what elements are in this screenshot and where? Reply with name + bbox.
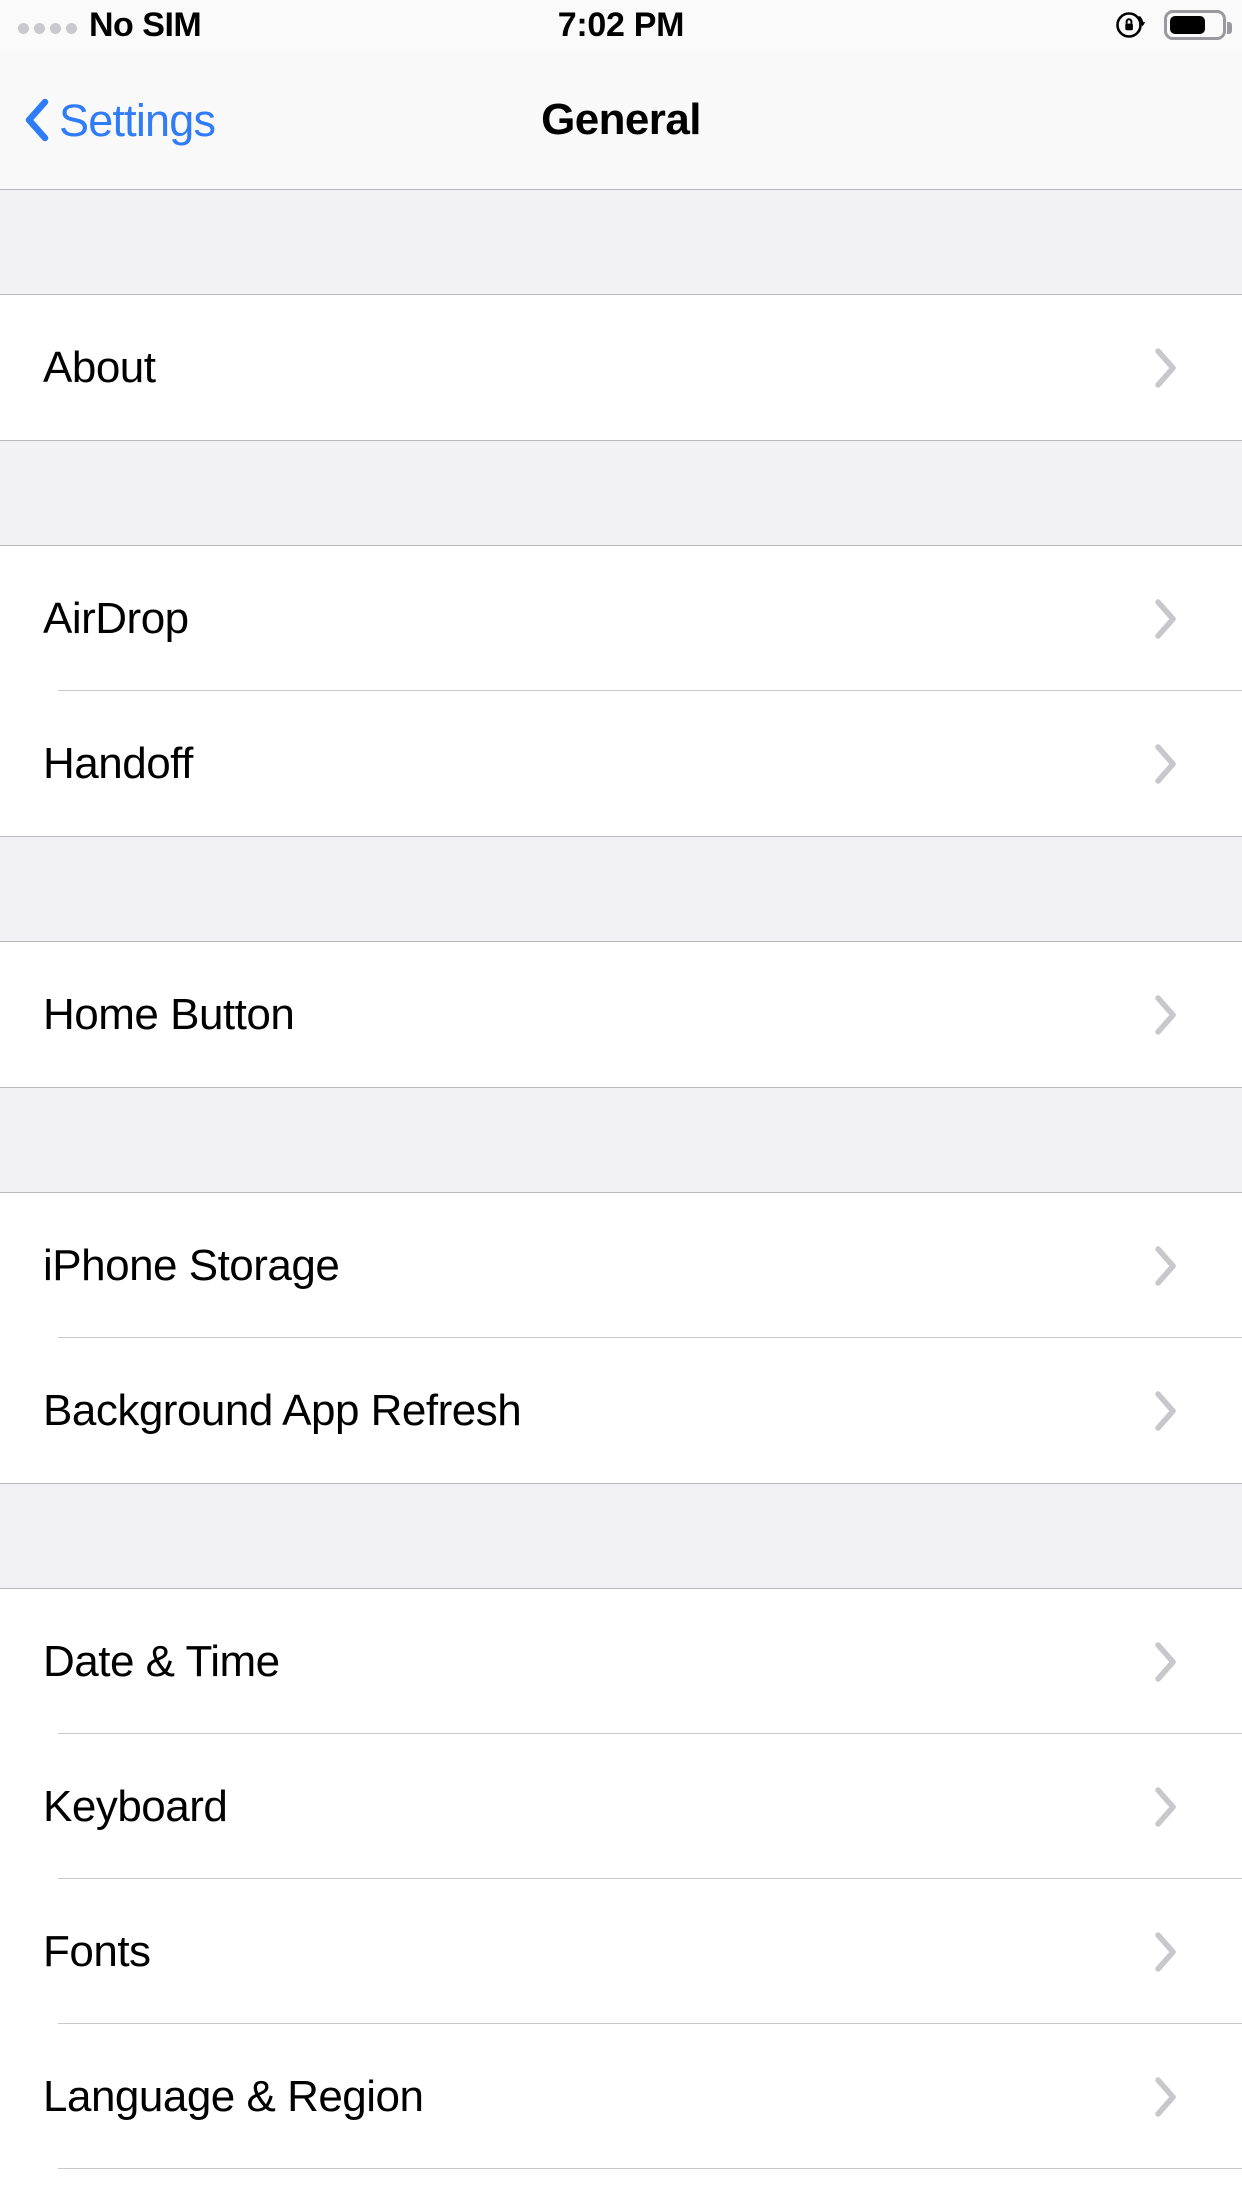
table-row[interactable]: AirDrop	[0, 546, 1242, 691]
table-row[interactable]: Fonts	[0, 1879, 1242, 2024]
table-row[interactable]: Keyboard	[0, 1734, 1242, 1879]
settings-section-sharing: AirDrop Handoff	[0, 546, 1242, 837]
row-label: Date & Time	[43, 1636, 280, 1686]
group-spacer	[0, 837, 1242, 942]
table-row[interactable]: iPhone Storage	[0, 1193, 1242, 1338]
status-bar: No SIM 7:02 PM	[0, 0, 1242, 50]
page-title: General	[541, 95, 701, 144]
chevron-right-icon	[1155, 994, 1176, 1035]
row-label: AirDrop	[43, 593, 189, 643]
battery-fill	[1170, 16, 1206, 34]
chevron-right-icon	[1155, 1245, 1176, 1286]
row-label: Fonts	[43, 1926, 151, 1976]
battery-icon	[1164, 10, 1232, 40]
chevron-right-icon	[1155, 1931, 1176, 1972]
row-label: About	[43, 342, 156, 392]
settings-section-about: About	[0, 295, 1242, 441]
rotation-lock-icon	[1116, 12, 1146, 38]
table-row[interactable]: Handoff	[0, 691, 1242, 836]
chevron-right-icon	[1155, 2076, 1176, 2117]
table-row[interactable]: Date & Time	[0, 1589, 1242, 1734]
group-spacer	[0, 1088, 1242, 1193]
status-bar-right	[1114, 0, 1232, 50]
chevron-right-icon	[1155, 1786, 1176, 1827]
row-label: Handoff	[43, 738, 193, 788]
table-row[interactable]: Language & Region	[0, 2024, 1242, 2169]
status-bar-clock: 7:02 PM	[557, 5, 685, 44]
row-separator	[58, 2168, 1242, 2169]
chevron-right-icon	[1155, 1390, 1176, 1431]
navigation-bar: Settings General	[0, 50, 1242, 190]
row-label: Language & Region	[43, 2071, 424, 2121]
table-row[interactable]: Home Button	[0, 942, 1242, 1087]
settings-table: About AirDrop Handoff Home Button iPhone…	[0, 190, 1242, 2169]
group-spacer	[0, 441, 1242, 546]
chevron-right-icon	[1155, 598, 1176, 639]
row-label: iPhone Storage	[43, 1240, 340, 1290]
row-label: Keyboard	[43, 1781, 228, 1831]
group-spacer	[0, 1484, 1242, 1589]
group-spacer	[0, 190, 1242, 295]
chevron-right-icon	[1155, 1641, 1176, 1682]
chevron-right-icon	[1155, 347, 1176, 388]
row-label: Background App Refresh	[43, 1385, 522, 1435]
settings-section-home-button: Home Button	[0, 942, 1242, 1088]
table-row[interactable]: About	[0, 295, 1242, 440]
chevron-right-icon	[1155, 743, 1176, 784]
settings-section-localization: Date & Time Keyboard Fonts Language & Re…	[0, 1589, 1242, 2169]
row-label: Home Button	[43, 989, 295, 1039]
table-row[interactable]: Background App Refresh	[0, 1338, 1242, 1483]
settings-section-storage: iPhone Storage Background App Refresh	[0, 1193, 1242, 1484]
